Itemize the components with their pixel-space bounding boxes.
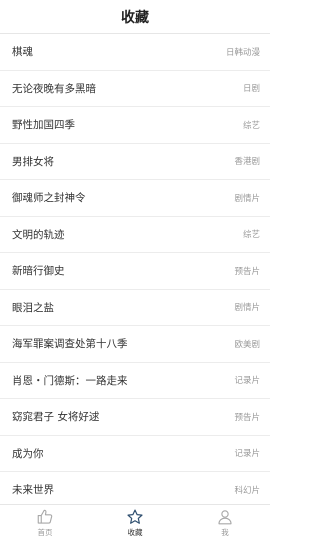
item-category: 剧情片 — [234, 193, 260, 204]
list-item[interactable]: 未来世界 科幻片 — [0, 472, 270, 504]
item-category: 记录片 — [234, 449, 260, 460]
item-category: 剧情片 — [234, 303, 260, 314]
list-item[interactable]: 肖恩・门德斯：一路走来 记录片 — [0, 363, 270, 399]
tab-favorites[interactable]: 收藏 — [90, 505, 180, 540]
list-item[interactable]: 御魂师之封神令 剧情片 — [0, 180, 270, 217]
item-title: 御魂师之封神令 — [12, 192, 86, 205]
list-item[interactable]: 棋魂 日韩动漫 — [0, 34, 270, 71]
app-header: 收藏 — [0, 0, 270, 34]
tab-home[interactable]: 首页 — [0, 505, 90, 540]
item-title: 肖恩・门德斯：一路走来 — [12, 374, 128, 387]
item-title: 文明的轨迹 — [12, 228, 65, 241]
item-title: 窈窕君子 女将好逑 — [12, 411, 100, 424]
thumbs-up-icon — [37, 509, 53, 524]
favorites-list: 棋魂 日韩动漫 无论夜晚有多黑暗 日剧 野性加国四季 综艺 男排女将 香港剧 御… — [0, 34, 270, 504]
item-category: 香港剧 — [234, 157, 260, 168]
item-title: 棋魂 — [12, 46, 33, 59]
list-item[interactable]: 男排女将 香港剧 — [0, 144, 270, 180]
item-title: 无论夜晚有多黑暗 — [12, 82, 96, 95]
list-item[interactable]: 成为你 记录片 — [0, 436, 270, 472]
item-title: 新暗行御史 — [12, 265, 65, 278]
list-item[interactable]: 文明的轨迹 综艺 — [0, 217, 270, 253]
item-title: 野性加国四季 — [12, 119, 75, 132]
tab-me-label: 我 — [221, 527, 229, 537]
item-title: 眼泪之盐 — [12, 301, 54, 314]
item-category: 日韩动漫 — [225, 47, 260, 58]
item-category: 日剧 — [242, 84, 260, 95]
item-category: 记录片 — [234, 376, 260, 387]
item-category: 欧美剧 — [234, 339, 260, 350]
item-title: 男排女将 — [12, 155, 54, 168]
item-title: 成为你 — [12, 447, 44, 460]
list-item[interactable]: 海军罪案调查处第十八季 欧美剧 — [0, 326, 270, 363]
list-item[interactable]: 无论夜晚有多黑暗 日剧 — [0, 71, 270, 107]
tab-home-label: 首页 — [37, 527, 53, 537]
list-item[interactable]: 窈窕君子 女将好逑 预告片 — [0, 399, 270, 436]
tab-me[interactable]: 我 — [180, 505, 270, 540]
list-item[interactable]: 新暗行御史 预告片 — [0, 253, 270, 290]
tab-favorites-label: 收藏 — [127, 527, 143, 537]
person-icon — [218, 509, 232, 524]
item-title: 海军罪案调查处第十八季 — [12, 338, 128, 351]
item-title: 未来世界 — [12, 484, 54, 497]
item-category: 预告片 — [234, 266, 260, 277]
list-item[interactable]: 野性加国四季 综艺 — [0, 107, 270, 144]
star-icon — [127, 509, 143, 524]
item-category: 科幻片 — [234, 485, 260, 496]
item-category: 预告片 — [234, 412, 260, 423]
bottom-tab-bar: 首页 收藏 我 — [0, 504, 270, 540]
list-item[interactable]: 眼泪之盐 剧情片 — [0, 290, 270, 326]
item-category: 综艺 — [242, 230, 260, 241]
item-category: 综艺 — [242, 120, 260, 131]
page-title: 收藏 — [121, 9, 149, 26]
